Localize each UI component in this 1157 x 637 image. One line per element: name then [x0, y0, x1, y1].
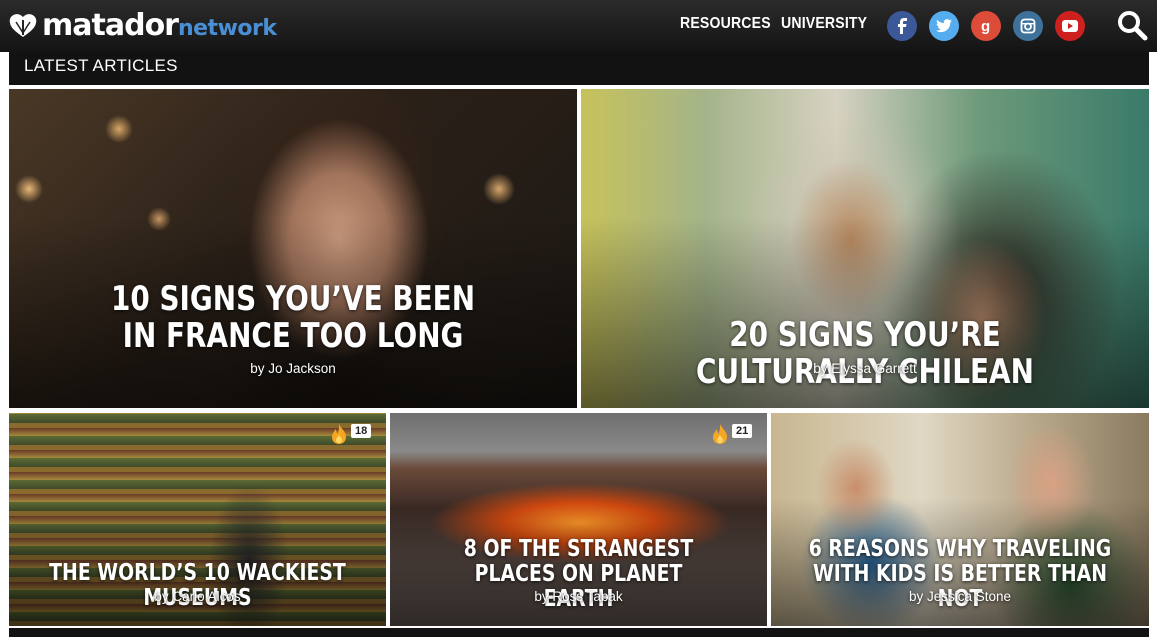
article-card-chilean[interactable]: 20 SIGNS YOU’RE CULTURALLY CHILEAN by El… [581, 89, 1149, 408]
article-byline: by Carlo Alcos [154, 589, 241, 604]
site-header: matador network RESOURCES UNIVERSITY g [0, 0, 1157, 52]
article-byline: by Jessica Stone [908, 589, 1012, 604]
flame-icon [713, 424, 727, 444]
comment-count: 21 [732, 424, 753, 438]
article-byline: by Ross Tabak [534, 589, 623, 604]
article-title: 10 SIGNS YOU’VE BEEN IN FRANCE TOO LONG [110, 279, 476, 356]
comment-badge[interactable]: 21 [710, 423, 753, 445]
article-byline: by Jo Jackson [250, 361, 336, 376]
article-title: 20 SIGNS YOU’RE CULTURALLY CHILEAN [696, 315, 1034, 392]
matador-logo-icon [8, 13, 38, 39]
section-title: LATEST ARTICLES [24, 56, 178, 75]
site-logo[interactable]: matador network [8, 8, 277, 44]
section-footer-bar [9, 628, 1149, 637]
google-plus-icon[interactable]: g [971, 11, 1001, 41]
article-byline: by Elyssa Garrett [813, 361, 917, 376]
nav-university[interactable]: UNIVERSITY [781, 15, 867, 33]
article-card-museums[interactable]: 18 THE WORLD’S 10 WACKIEST MUSEUMS by Ca… [9, 413, 386, 626]
youtube-icon[interactable] [1055, 11, 1085, 41]
svg-text:g: g [981, 18, 990, 34]
flame-icon [332, 424, 346, 444]
twitter-icon[interactable] [929, 11, 959, 41]
instagram-icon[interactable] [1013, 11, 1043, 41]
logo-text-sub: network [177, 16, 277, 41]
search-icon[interactable] [1115, 8, 1149, 42]
facebook-icon[interactable] [887, 11, 917, 41]
comment-count: 18 [351, 424, 372, 438]
article-card-strangest-places[interactable]: 21 8 OF THE STRANGEST PLACES ON PLANET E… [390, 413, 767, 626]
article-card-traveling-kids[interactable]: 6 REASONS WHY TRAVELING WITH KIDS IS BET… [771, 413, 1149, 626]
logo-text-main: matador [42, 8, 179, 43]
section-header: LATEST ARTICLES [9, 52, 1149, 85]
nav-resources[interactable]: RESOURCES [680, 15, 771, 33]
comment-badge[interactable]: 18 [329, 423, 372, 445]
article-card-france[interactable]: 10 SIGNS YOU’VE BEEN IN FRANCE TOO LONG … [9, 89, 577, 408]
